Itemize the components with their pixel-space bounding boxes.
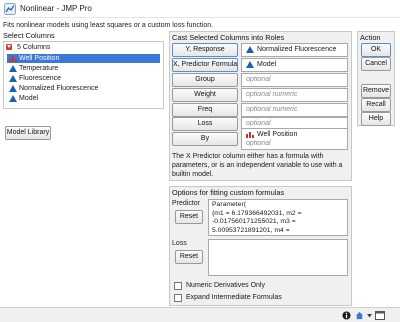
loss-formula-box[interactable] xyxy=(208,239,348,276)
x-predictor-field[interactable]: Model xyxy=(241,58,348,72)
title-bar: Nonlinear - JMP Pro xyxy=(0,0,400,18)
select-columns-panel: 5 Columns Well Position Temperature Fluo… xyxy=(3,41,164,109)
home-icon[interactable] xyxy=(355,311,364,320)
disclosure-triangle-icon[interactable] xyxy=(6,44,12,51)
loss-placeholder: optional xyxy=(246,120,271,127)
columns-count-label: 5 Columns xyxy=(16,44,51,51)
weight-placeholder: optional numeric xyxy=(246,91,298,98)
list-item[interactable]: Model xyxy=(7,94,160,103)
list-item[interactable]: Temperature xyxy=(7,64,160,73)
cancel-button[interactable]: Cancel xyxy=(361,57,391,71)
weight-button[interactable]: Weight xyxy=(172,88,238,102)
continuous-icon xyxy=(9,65,17,72)
continuous-icon xyxy=(9,95,17,102)
x-predictor-button[interactable]: X, Predictor Formula xyxy=(172,58,238,72)
by-button[interactable]: By xyxy=(172,132,238,146)
recall-button[interactable]: Recall xyxy=(361,98,391,112)
jmp-app-icon xyxy=(4,3,16,15)
remove-button[interactable]: Remove xyxy=(361,84,391,98)
numeric-derivatives-checkbox[interactable] xyxy=(174,282,182,290)
model-library-button[interactable]: Model Library xyxy=(5,126,51,140)
action-title: Action xyxy=(360,33,381,42)
nominal-icon xyxy=(246,131,254,138)
list-item[interactable]: Well Position xyxy=(7,54,160,63)
cast-roles-title: Cast Selected Columns into Roles xyxy=(172,33,285,42)
columns-list[interactable]: Well Position Temperature Fluorescence N… xyxy=(5,53,162,108)
continuous-icon xyxy=(246,60,254,68)
platform-description: Fits nonlinear models using least square… xyxy=(3,22,214,29)
info-icon[interactable] xyxy=(342,311,351,320)
dropdown-arrow-icon[interactable] xyxy=(366,311,373,320)
group-field[interactable]: optional xyxy=(241,73,348,87)
select-columns-title: Select Columns xyxy=(3,31,55,40)
columns-count-toggle[interactable]: 5 Columns xyxy=(6,43,50,53)
predictor-reset-button[interactable]: Reset xyxy=(175,210,203,224)
loss-label: Loss xyxy=(172,240,187,247)
y-response-value: Normalized Fluorescence xyxy=(257,46,337,53)
expand-intermediate-label: Expand Intermediate Formulas xyxy=(186,294,282,301)
x-predictor-value: Model xyxy=(257,61,277,68)
list-item[interactable]: Fluorescence xyxy=(7,74,160,83)
continuous-icon xyxy=(9,75,17,82)
status-bar xyxy=(0,307,400,322)
column-name: Well Position xyxy=(19,55,60,62)
freq-button[interactable]: Freq xyxy=(172,103,238,117)
column-name: Temperature xyxy=(19,65,59,72)
predictor-label: Predictor xyxy=(172,200,201,207)
ok-button[interactable]: OK xyxy=(361,43,391,57)
custom-formulas-title: Options for fitting custom formulas xyxy=(172,188,285,197)
by-value: Well Position xyxy=(257,131,298,138)
freq-field[interactable]: optional numeric xyxy=(241,103,348,117)
column-name: Normalized Fluorescence xyxy=(19,85,99,92)
window-title: Nonlinear - JMP Pro xyxy=(20,4,92,13)
loss-reset-button[interactable]: Reset xyxy=(175,250,203,264)
weight-field[interactable]: optional numeric xyxy=(241,88,348,102)
help-button[interactable]: Help xyxy=(361,112,391,126)
continuous-icon xyxy=(9,85,17,92)
column-name: Fluorescence xyxy=(19,75,62,82)
y-response-button[interactable]: Y, Response xyxy=(172,43,238,57)
expand-intermediate-checkbox[interactable] xyxy=(174,294,182,302)
by-field[interactable]: Well Position optional xyxy=(241,128,348,150)
by-placeholder: optional xyxy=(246,140,271,147)
continuous-icon xyxy=(246,45,254,53)
predictor-formula-box[interactable]: Parameter( {m1 = 6.179366492031, m2 = -0… xyxy=(208,199,348,236)
y-response-field[interactable]: Normalized Fluorescence xyxy=(241,43,348,57)
list-item[interactable]: Normalized Fluorescence xyxy=(7,84,160,93)
group-button[interactable]: Group xyxy=(172,73,238,87)
predictor-note: The X Predictor column either has a form… xyxy=(172,153,343,178)
nominal-icon xyxy=(9,56,17,62)
freq-placeholder: optional numeric xyxy=(246,106,298,113)
numeric-derivatives-label: Numeric Derivatives Only xyxy=(186,282,265,289)
window-icon[interactable] xyxy=(375,311,385,320)
loss-button[interactable]: Loss xyxy=(172,117,238,131)
column-name: Model xyxy=(19,95,39,102)
group-placeholder: optional xyxy=(246,76,271,83)
